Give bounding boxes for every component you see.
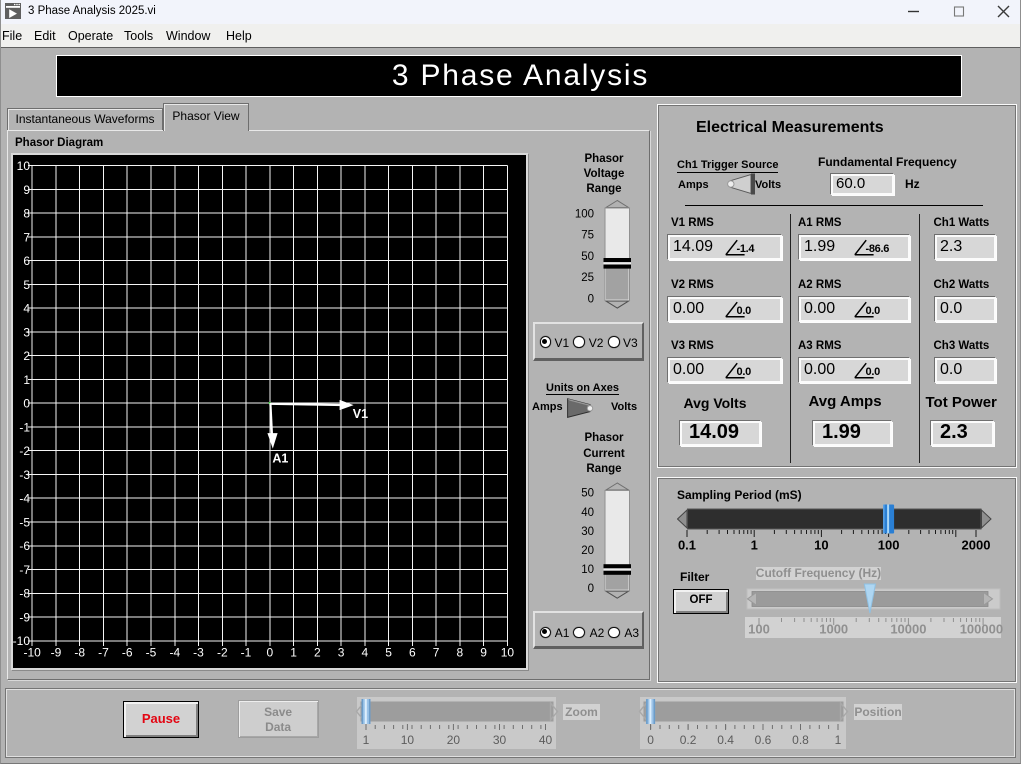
svg-text:0.8: 0.8 [792,733,809,746]
svg-text:A1: A1 [272,452,288,466]
svg-text:2: 2 [314,646,321,660]
svg-text:-8: -8 [74,646,85,660]
svg-text:5: 5 [385,646,392,660]
svg-text:5: 5 [23,278,30,292]
svg-text:-9: -9 [51,646,62,660]
svg-text:100: 100 [575,208,594,220]
svg-text:100: 100 [878,538,900,553]
svg-text:-5: -5 [146,646,157,660]
svg-text:0: 0 [588,294,594,306]
svg-text:-8: -8 [19,587,30,601]
svg-text:8: 8 [23,207,30,221]
svg-text:2000: 2000 [962,538,991,553]
svg-text:100000: 100000 [960,622,1003,637]
svg-text:-9: -9 [19,610,30,624]
svg-text:0: 0 [647,733,654,746]
svg-text:1: 1 [835,733,842,746]
svg-text:20: 20 [581,545,594,557]
svg-text:20: 20 [447,733,461,746]
svg-text:30: 30 [493,733,507,746]
svg-text:-2: -2 [217,646,228,660]
svg-text:V1: V1 [353,407,368,421]
svg-text:0: 0 [588,583,594,595]
svg-text:10: 10 [814,538,828,553]
svg-text:6: 6 [409,646,416,660]
svg-text:-10: -10 [24,646,42,660]
svg-text:0: 0 [266,646,273,660]
svg-text:3: 3 [23,325,30,339]
svg-text:10: 10 [17,159,31,173]
svg-text:-7: -7 [98,646,109,660]
svg-text:1: 1 [751,538,758,553]
svg-text:0.1: 0.1 [678,538,696,553]
svg-text:10: 10 [581,564,594,576]
svg-text:-5: -5 [19,515,30,529]
svg-text:1: 1 [363,733,370,746]
svg-text:75: 75 [581,230,594,242]
svg-text:25: 25 [581,272,594,284]
svg-text:-3: -3 [19,468,30,482]
svg-text:1000: 1000 [819,622,848,637]
svg-text:4: 4 [23,302,30,316]
svg-text:9: 9 [480,646,487,660]
svg-text:3: 3 [338,646,345,660]
svg-text:0.4: 0.4 [717,733,734,746]
svg-text:7: 7 [23,230,30,244]
svg-text:30: 30 [581,526,594,538]
svg-text:0.2: 0.2 [680,733,697,746]
svg-text:-4: -4 [19,492,30,506]
svg-text:-1: -1 [19,420,30,434]
svg-text:0: 0 [23,397,30,411]
svg-text:-2: -2 [19,444,30,458]
svg-text:1: 1 [23,373,30,387]
svg-text:50: 50 [581,488,594,500]
svg-text:40: 40 [539,733,553,746]
svg-text:-4: -4 [169,646,180,660]
svg-text:10: 10 [501,646,515,660]
svg-text:1: 1 [290,646,297,660]
svg-text:-7: -7 [19,563,30,577]
svg-text:9: 9 [23,183,30,197]
svg-text:10000: 10000 [890,622,926,637]
svg-text:6: 6 [23,254,30,268]
svg-text:-6: -6 [19,539,30,553]
svg-text:10: 10 [401,733,415,746]
svg-text:8: 8 [457,646,464,660]
svg-text:100: 100 [748,622,770,637]
svg-text:-1: -1 [241,646,252,660]
svg-text:-6: -6 [122,646,133,660]
svg-text:40: 40 [581,507,594,519]
svg-text:0.6: 0.6 [755,733,772,746]
svg-text:7: 7 [433,646,440,660]
svg-text:50: 50 [581,251,594,263]
svg-text:4: 4 [361,646,368,660]
svg-text:2: 2 [23,349,30,363]
svg-text:-3: -3 [193,646,204,660]
